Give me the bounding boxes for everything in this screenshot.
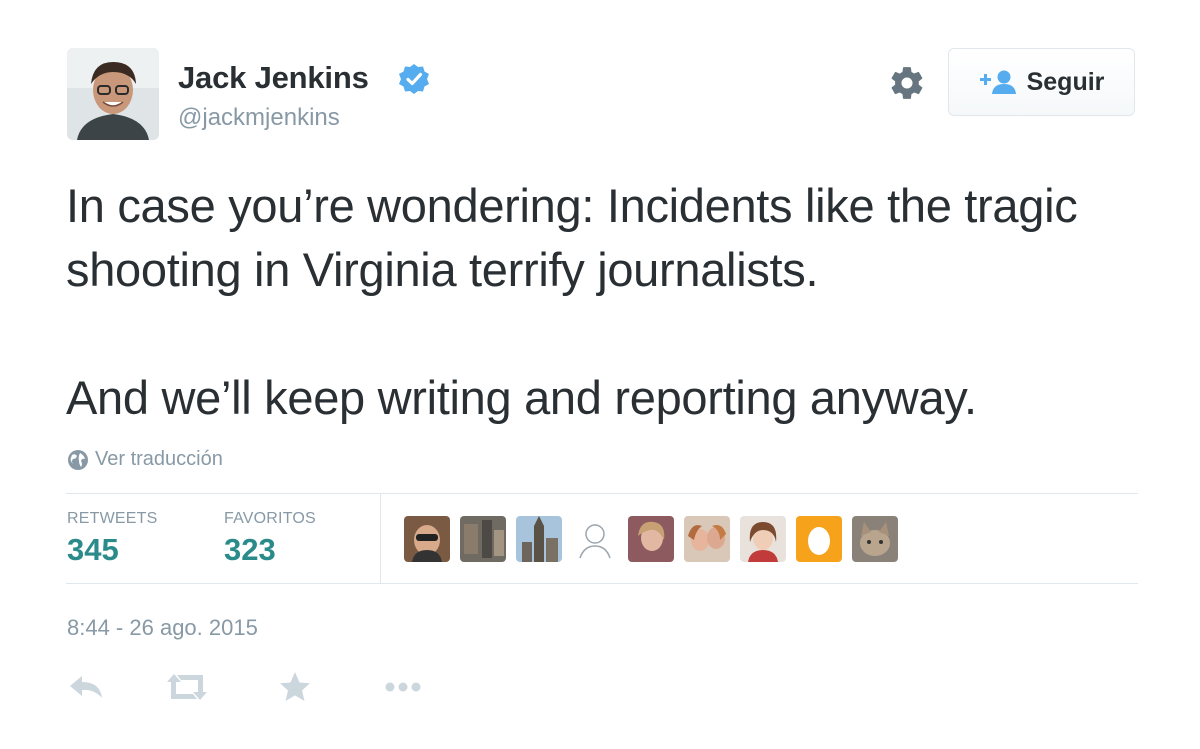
tweet-timestamp[interactable]: 8:44 - 26 ago. 2015 [67, 615, 258, 641]
favoriter-avatar[interactable] [628, 516, 674, 562]
stats-vertical-divider [380, 493, 381, 583]
favoriter-avatar[interactable] [516, 516, 562, 562]
retweets-label: RETWEETS [67, 510, 158, 527]
favoriter-avatar[interactable] [460, 516, 506, 562]
favoriters-avatars [404, 516, 898, 562]
tweet-paragraph-2: And we’ll keep writing and reporting any… [66, 371, 977, 424]
favorites-label: FAVORITOS [224, 510, 316, 527]
favoriter-avatar[interactable] [572, 516, 618, 562]
translate-label: Ver traducción [95, 448, 223, 470]
reply-icon[interactable] [68, 670, 106, 704]
favorites-stat[interactable]: FAVORITOS 323 [224, 510, 316, 568]
author-handle[interactable]: @jackmjenkins [178, 104, 340, 132]
favorites-count: 323 [224, 532, 276, 567]
star-icon[interactable] [278, 670, 312, 704]
translate-link[interactable]: Ver traducción [67, 448, 223, 471]
globe-icon [67, 449, 89, 471]
tweet-paragraph-1: In case you’re wondering: Incidents like… [66, 179, 1078, 296]
retweets-count: 345 [67, 532, 119, 567]
tweet-card: Jack Jenkins @jackmjenkins Seguir In cas… [0, 0, 1200, 749]
author-avatar[interactable] [67, 48, 159, 140]
follow-user-icon [979, 69, 1017, 95]
favoriter-avatar[interactable] [796, 516, 842, 562]
stats-divider-bottom [66, 583, 1138, 584]
stats-divider-top [66, 493, 1138, 494]
author-display-name[interactable]: Jack Jenkins [178, 60, 369, 96]
retweets-stat[interactable]: RETWEETS 345 [67, 510, 158, 568]
verified-badge-icon [397, 62, 431, 96]
follow-button-label: Seguir [1026, 67, 1105, 96]
favoriter-avatar[interactable] [404, 516, 450, 562]
favoriter-avatar[interactable] [740, 516, 786, 562]
favoriter-avatar[interactable] [684, 516, 730, 562]
follow-button[interactable]: Seguir [948, 48, 1135, 116]
more-icon[interactable] [383, 670, 423, 704]
favoriter-avatar[interactable] [852, 516, 898, 562]
gear-icon[interactable] [888, 64, 926, 102]
tweet-text: In case you’re wondering: Incidents like… [66, 174, 1156, 430]
retweet-icon[interactable] [165, 670, 209, 704]
